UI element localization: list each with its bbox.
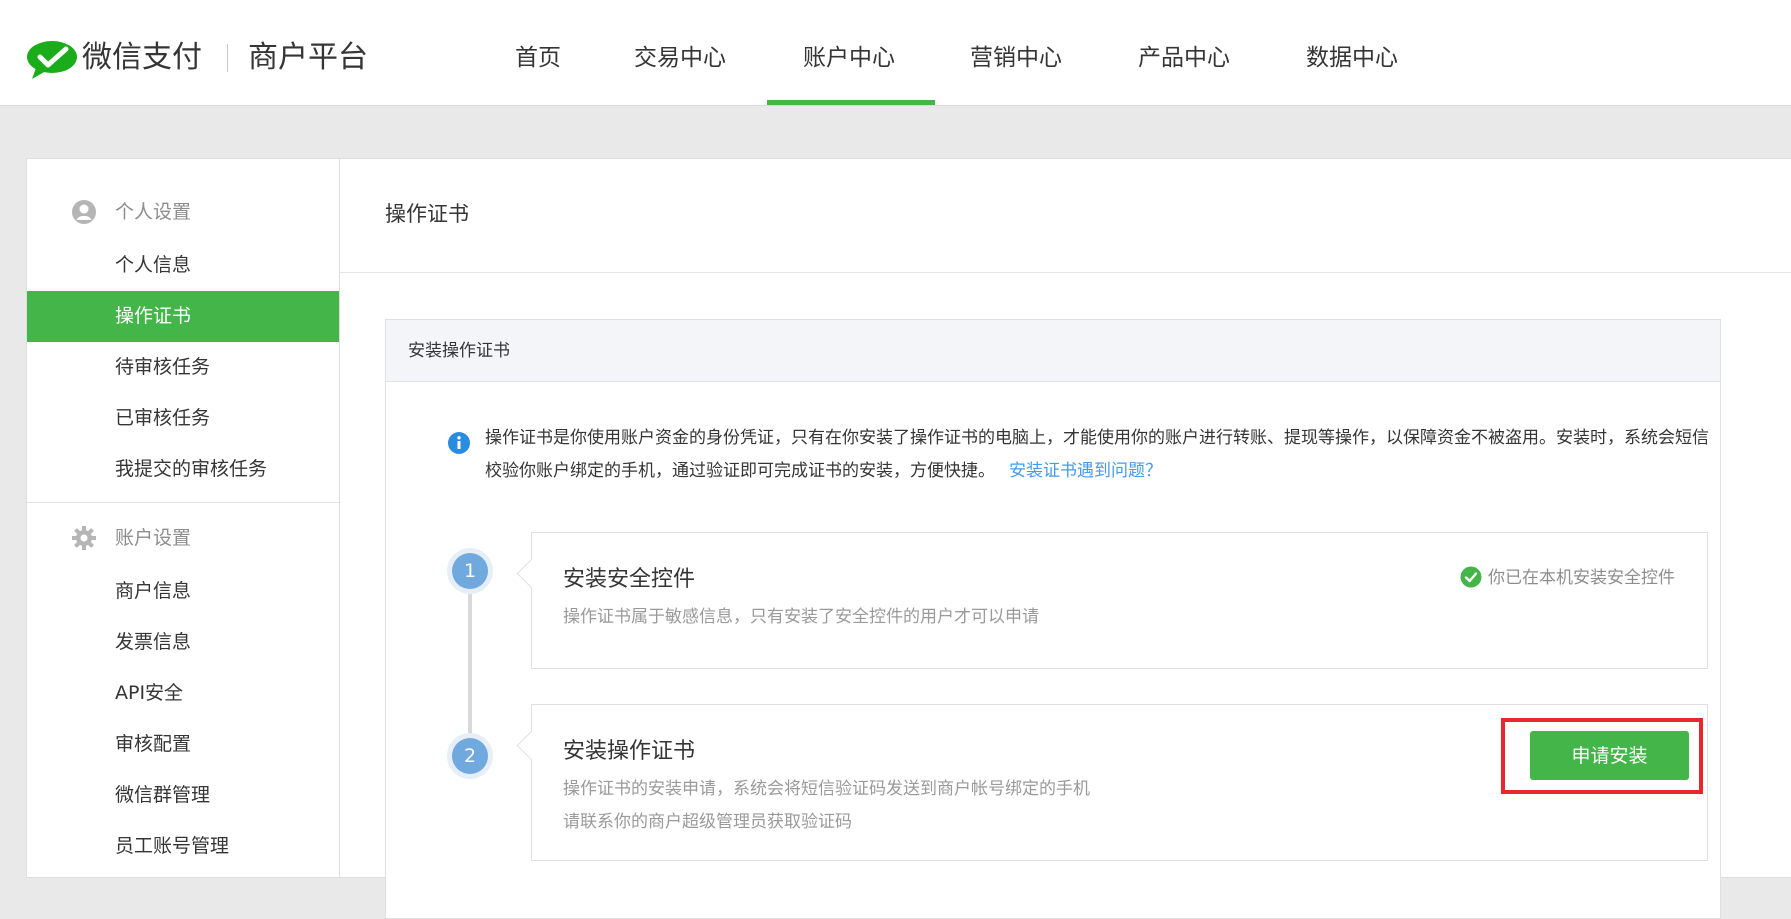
apply-install-button[interactable]: 申请安装: [1530, 731, 1689, 780]
step-2-title: 安装操作证书: [563, 739, 696, 764]
step-2-circle: 2: [452, 738, 488, 774]
timeline-line: [468, 568, 472, 748]
title-divider: [340, 272, 1791, 273]
nav-marketing-center[interactable]: 营销中心: [970, 38, 1062, 78]
install-problem-link[interactable]: 安装证书遇到问题？: [1009, 461, 1162, 481]
brand-name: 微信支付: [82, 40, 202, 75]
sidebar-item-personal-info[interactable]: 个人信息: [27, 240, 339, 291]
sidebar-item-operation-certificate[interactable]: 操作证书: [27, 291, 339, 342]
gear-icon: [72, 526, 96, 550]
sidebar-item-my-submitted-tasks[interactable]: 我提交的审核任务: [27, 444, 339, 495]
card-title: 安装操作证书: [408, 341, 510, 361]
sidebar-item-merchant-info[interactable]: 商户信息: [27, 566, 339, 617]
step-1-title: 安装安全控件: [563, 567, 696, 592]
step-1-description: 操作证书属于敏感信息，只有安装了安全控件的用户才可以申请: [563, 607, 1039, 627]
active-nav-indicator: [767, 100, 935, 105]
step-2-description-2: 请联系你的商户超级管理员获取验证码: [563, 812, 852, 832]
info-icon: [448, 432, 470, 454]
step-1-arrow: [516, 558, 547, 589]
sidebar-item-review-config[interactable]: 审核配置: [27, 719, 339, 770]
nav-home[interactable]: 首页: [515, 38, 561, 78]
section-personal-settings: 个人设置: [115, 201, 192, 223]
nav-product-center[interactable]: 产品中心: [1138, 38, 1230, 78]
step-1-circle: 1: [452, 553, 488, 589]
step-1-status: 你已在本机安装安全控件: [1460, 565, 1675, 591]
top-header: 微信支付 商户平台 首页 交易中心 账户中心 营销中心 产品中心 数据中心: [0, 0, 1791, 106]
nav-account-center[interactable]: 账户中心: [803, 38, 895, 78]
info-description: 操作证书是你使用账户资金的身份凭证，只有在你安装了操作证书的电脑上，才能使用你的…: [485, 422, 1710, 488]
page-title: 操作证书: [385, 202, 469, 226]
check-circle-icon: [1460, 566, 1482, 588]
user-icon: [72, 200, 96, 224]
sidebar-item-pending-review[interactable]: 待审核任务: [27, 342, 339, 393]
nav-data-center[interactable]: 数据中心: [1306, 38, 1398, 78]
sidebar: 个人设置 个人信息 操作证书 待审核任务 已审核任务 我提交的审核任务 账户设置…: [26, 158, 340, 878]
sidebar-item-wechat-group-management[interactable]: 微信群管理: [27, 770, 339, 821]
sidebar-item-staff-account-management[interactable]: 员工账号管理: [27, 821, 339, 872]
nav-trade-center[interactable]: 交易中心: [634, 38, 726, 78]
step-1-box: 安装安全控件 操作证书属于敏感信息，只有安装了安全控件的用户才可以申请 你已在本…: [516, 532, 1708, 669]
card-header: 安装操作证书: [386, 320, 1720, 382]
step-2-description-1: 操作证书的安装申请，系统会将短信验证码发送到商户帐号绑定的手机: [563, 779, 1090, 799]
sidebar-item-reviewed-tasks[interactable]: 已审核任务: [27, 393, 339, 444]
sidebar-item-api-security[interactable]: API安全: [27, 668, 339, 719]
install-certificate-card: 安装操作证书 操作证书是你使用账户资金的身份凭证，只有在你安装了操作证书的电脑上…: [385, 319, 1721, 919]
sidebar-item-invoice-info[interactable]: 发票信息: [27, 617, 339, 668]
step-2-arrow: [516, 730, 547, 761]
wechat-logo-icon: [27, 41, 77, 79]
sidebar-divider: [27, 502, 339, 503]
brand-divider: [227, 44, 228, 72]
section-account-settings: 账户设置: [115, 527, 192, 549]
brand-subtitle: 商户平台: [248, 40, 368, 75]
step-1-status-text: 你已在本机安装安全控件: [1488, 568, 1675, 588]
